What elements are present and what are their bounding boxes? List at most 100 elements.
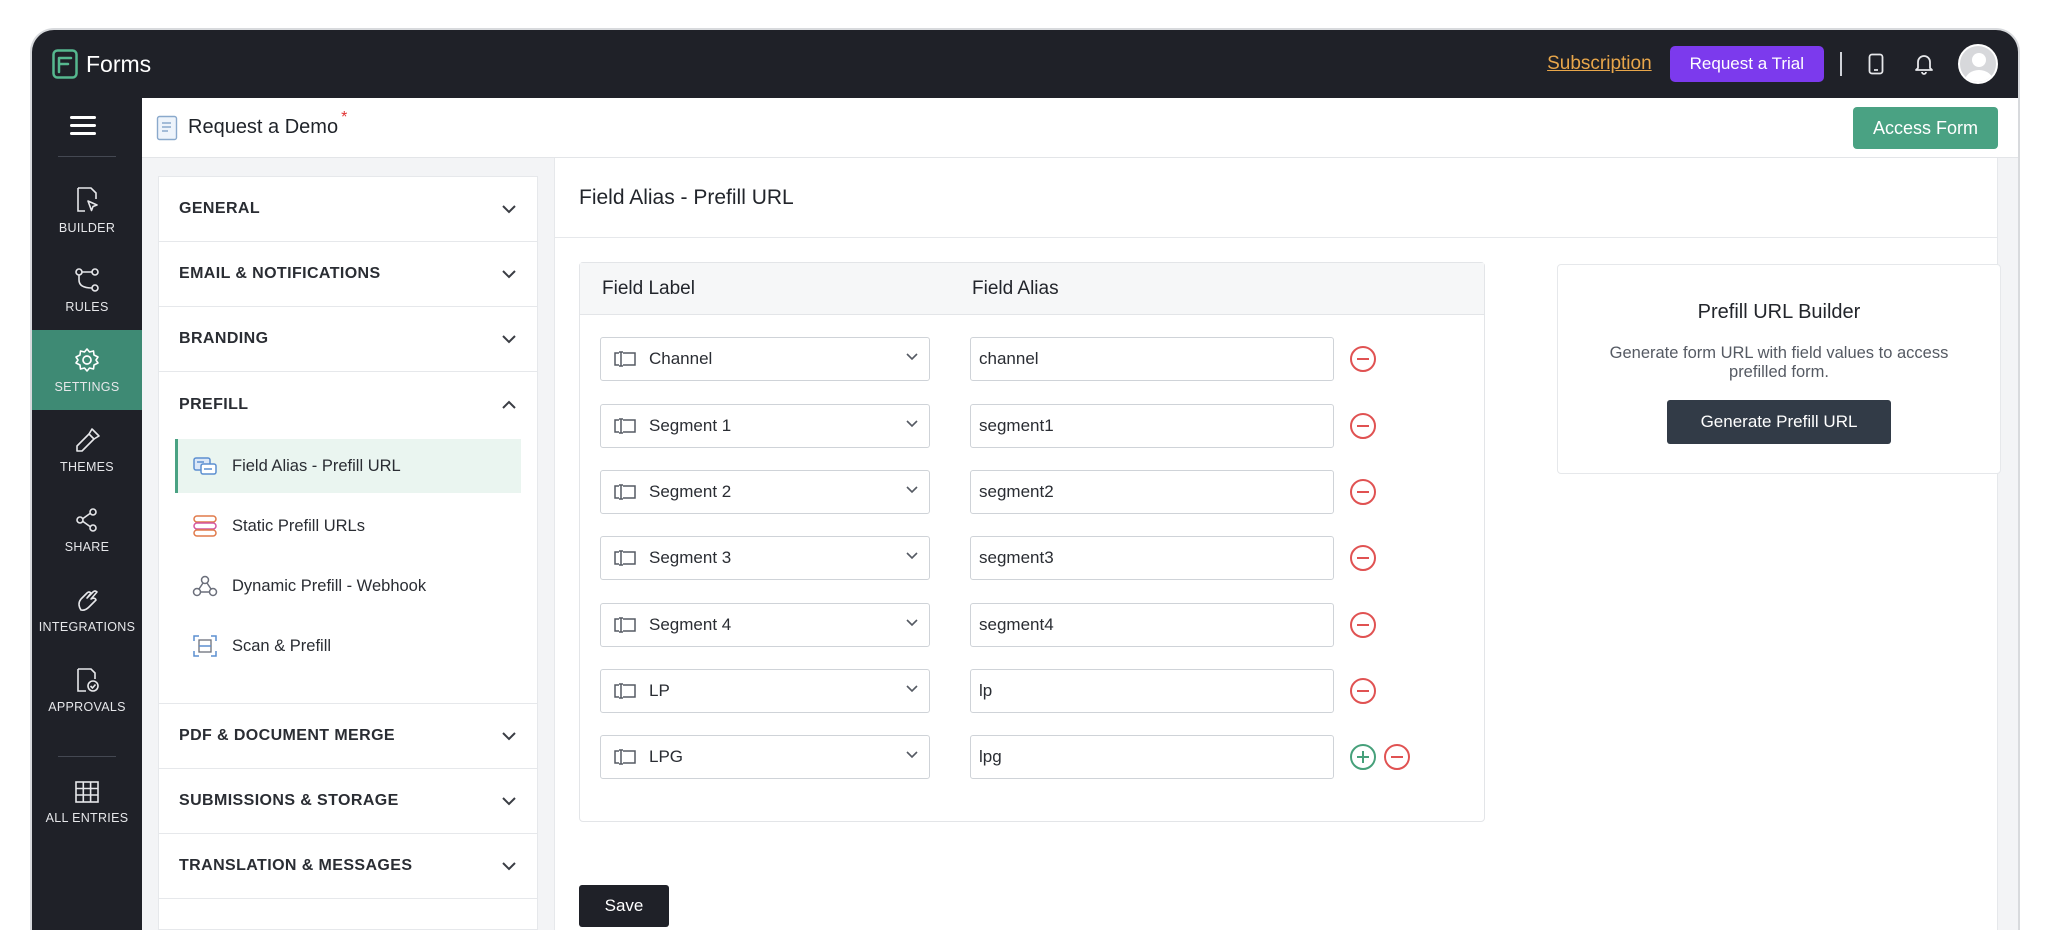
remove-row-icon[interactable] [1350,413,1376,439]
remove-row-icon[interactable] [1350,479,1376,505]
hamburger-menu-icon[interactable] [70,116,96,136]
field-label-select[interactable]: Segment 3 [600,536,930,580]
section-general[interactable]: GENERAL [159,177,537,242]
unsaved-marker: * [341,108,348,126]
left-nav: BUILDER RULES SETTINGS THEMES SHARE INTE… [32,98,142,930]
nav-item-settings[interactable]: SETTINGS [32,330,142,410]
submenu-dynamic-prefill[interactable]: Dynamic Prefill - Webhook [175,559,521,613]
section-prefill[interactable]: PREFILL [159,372,537,437]
chevron-down-icon [502,862,516,871]
remove-row-icon[interactable] [1384,744,1410,770]
chevron-down-icon [906,751,918,759]
bell-icon[interactable] [1910,50,1938,78]
table-header: Field Label Field Alias [580,263,1484,315]
gear-icon [75,348,99,372]
form-title[interactable]: Request a Demo [188,116,338,139]
field-alias-input[interactable] [970,669,1334,713]
app-logo[interactable]: Forms [52,49,151,79]
nav-label: ALL ENTRIES [45,811,129,825]
chevron-down-icon [502,270,516,279]
chevron-down-icon [906,353,918,361]
chevron-down-icon [502,205,516,214]
mobile-preview-icon[interactable] [1862,50,1890,78]
remove-row-icon[interactable] [1350,678,1376,704]
table-row: Segment 1 [600,404,1376,448]
field-label-select[interactable]: LPG [600,735,930,779]
nav-item-share[interactable]: SHARE [32,490,142,570]
nav-item-approvals[interactable]: APPROVALS [32,650,142,730]
request-trial-button[interactable]: Request a Trial [1669,46,1824,82]
section-email-notifications[interactable]: EMAIL & NOTIFICATIONS [159,242,537,307]
add-row-icon[interactable] [1350,744,1376,770]
column-header-field-alias: Field Alias [972,277,1059,299]
subscription-link[interactable]: Subscription [1547,53,1652,75]
remove-row-icon[interactable] [1350,346,1376,372]
nav-item-rules[interactable]: RULES [32,250,142,330]
field-alias-input[interactable] [970,735,1334,779]
field-label-select[interactable]: Segment 2 [600,470,930,514]
field-alias-table: Field Label Field Alias Channel Segment … [579,262,1485,822]
field-alias-input[interactable] [970,603,1334,647]
settings-panel: GENERAL EMAIL & NOTIFICATIONS BRANDING P… [158,176,538,930]
nav-label: APPROVALS [48,700,126,714]
integrations-icon [78,590,98,611]
field-label-select[interactable]: Segment 1 [600,404,930,448]
nav-item-all-entries[interactable]: ALL ENTRIES [32,762,142,842]
avatar[interactable] [1958,44,1998,84]
field-label-select[interactable]: LP [600,669,930,713]
text-field-icon [613,351,637,367]
nav-item-integrations[interactable]: INTEGRATIONS [32,570,142,650]
generate-prefill-url-button[interactable]: Generate Prefill URL [1667,400,1891,444]
section-label: SUBMISSIONS & STORAGE [179,792,399,809]
field-alias-input[interactable] [970,404,1334,448]
section-branding[interactable]: BRANDING [159,307,537,372]
field-alias-input[interactable] [970,536,1334,580]
submenu-scan-prefill[interactable]: Scan & Prefill [175,619,521,673]
chevron-down-icon [502,797,516,806]
field-alias-input[interactable] [970,337,1334,381]
builder-icon [77,187,98,212]
column-header-field-label: Field Label [602,277,695,299]
access-form-button[interactable]: Access Form [1852,107,1998,149]
table-row: LPG [600,735,1410,779]
table-row: Segment 4 [600,603,1376,647]
themes-icon [76,428,100,452]
table-row: LP [600,669,1376,713]
static-prefill-icon [193,515,217,537]
section-pdf-document-merge[interactable]: PDF & DOCUMENT MERGE [159,704,537,769]
builder-description: Generate form URL with field values to a… [1609,344,1949,381]
submenu-label: Dynamic Prefill - Webhook [232,576,427,595]
field-alias-input[interactable] [970,470,1334,514]
text-field-icon [613,484,637,500]
section-label: PREFILL [179,395,249,413]
submenu-field-alias[interactable]: Field Alias - Prefill URL [175,439,521,493]
select-value: Segment 1 [649,416,732,435]
section-submissions-storage[interactable]: SUBMISSIONS & STORAGE [159,769,537,834]
field-label-select[interactable]: Segment 4 [600,603,930,647]
submenu-static-prefill[interactable]: Static Prefill URLs [175,499,521,553]
nav-divider [58,756,116,757]
select-value: Segment 3 [649,548,732,567]
app-window: Forms Subscription Request a Trial BUILD… [32,30,2018,930]
field-label-select[interactable]: Channel [600,337,930,381]
nav-item-themes[interactable]: THEMES [32,410,142,490]
chevron-down-icon [906,619,918,627]
section-label: BRANDING [179,330,269,347]
chevron-up-icon [502,400,516,409]
webhook-icon [192,575,218,597]
chevron-down-icon [906,420,918,428]
main-content: Field Alias - Prefill URL Field Label Fi… [554,158,2001,930]
remove-row-icon[interactable] [1350,612,1376,638]
builder-title: Prefill URL Builder [1697,301,1861,323]
nav-item-builder[interactable]: BUILDER [32,170,142,250]
save-button[interactable]: Save [579,885,669,927]
forms-logo-icon [52,49,78,79]
approvals-icon [77,668,99,692]
section-translation-messages[interactable]: TRANSLATION & MESSAGES [159,834,537,899]
chevron-down-icon [502,335,516,344]
nav-divider [58,156,116,157]
remove-row-icon[interactable] [1350,545,1376,571]
text-field-icon [613,418,637,434]
chevron-down-icon [906,685,918,693]
nav-label: THEMES [60,460,114,474]
